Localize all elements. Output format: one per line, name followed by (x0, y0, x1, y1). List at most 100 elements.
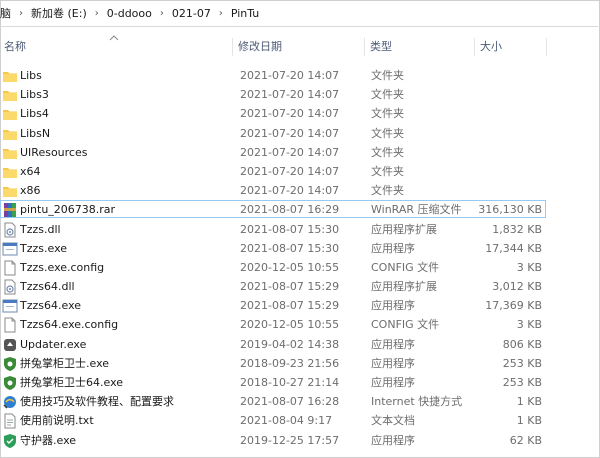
chevron-right-icon[interactable]: › (219, 8, 223, 19)
file-name: Libs (20, 69, 42, 82)
column-divider[interactable] (546, 38, 547, 56)
column-header-size[interactable]: 大小 (476, 34, 546, 60)
file-size: 316,130 KB (478, 203, 542, 217)
file-row[interactable]: Tzzs.exe.config 2020-12-05 10:55 CONFIG 文件… (0, 258, 598, 277)
file-name: pintu_206738.rar (20, 203, 116, 217)
file-modified-date: 2019-04-02 14:38 (240, 337, 340, 351)
file-row[interactable]: Libs3 2021-07-20 14:07 文件夹 (0, 85, 598, 104)
chevron-right-icon[interactable]: › (160, 8, 164, 19)
file-type: 应用程序 (371, 433, 415, 447)
file-modified-date: 2021-07-20 14:07 (240, 126, 340, 140)
file-name: Tzzs64.dll (20, 280, 75, 294)
file-row[interactable]: Libs 2021-07-20 14:07 文件夹 (0, 66, 598, 85)
file-size: 3 KB (516, 260, 542, 274)
file-size: 3,012 KB (492, 280, 542, 294)
breadcrumb-folder-pintu[interactable]: PinTu (231, 7, 259, 20)
file-type: 文件夹 (371, 145, 404, 159)
file-modified-date: 2018-09-23 21:56 (240, 356, 340, 370)
file-size: 62 KB (509, 433, 542, 447)
file-type: 文本文档 (371, 414, 415, 428)
file-row[interactable]: Libs4 2021-07-20 14:07 文件夹 (0, 104, 598, 123)
file-row[interactable]: 拼兔掌柜卫士64.exe 2018-10-27 21:14 应用程序 253 KB (0, 373, 598, 392)
dll-file-icon (2, 222, 18, 238)
file-name: Tzzs.dll (20, 222, 61, 236)
file-row[interactable]: Tzzs64.dll 2021-08-07 15:29 应用程序扩展 3,012 KB (0, 277, 598, 296)
file-name: 使用技巧及软件教程、配置要求 (20, 395, 174, 409)
file-type: 应用程序 (371, 241, 415, 255)
column-divider[interactable] (474, 38, 475, 56)
file-row[interactable]: Updater.exe 2019-04-02 14:38 应用程序 806 KB (0, 335, 598, 354)
file-row[interactable]: Tzzs64.exe.config 2020-12-05 10:55 CONFIG … (0, 315, 598, 334)
folder-icon (2, 183, 18, 199)
file-type: 文件夹 (371, 88, 404, 102)
file-type: 文件夹 (371, 184, 404, 198)
file-modified-date: 2021-08-07 15:30 (240, 241, 340, 255)
breadcrumb-drive[interactable]: 新加卷 (E:) (31, 5, 87, 21)
file-row[interactable]: 守护器.exe 2019-12-25 17:57 应用程序 62 KB (0, 431, 598, 450)
file-modified-date: 2021-08-07 15:29 (240, 299, 340, 313)
file-type: 文件夹 (371, 107, 404, 121)
file-modified-date: 2021-07-20 14:07 (240, 107, 340, 121)
file-name: 守护器.exe (20, 433, 77, 447)
file-modified-date: 2018-10-27 21:14 (240, 376, 340, 389)
breadcrumb-folder-021-07[interactable]: 021-07 (172, 7, 211, 20)
file-row[interactable]: pintu_206738.rar 2021-08-07 16:29 WinRAR 压… (0, 200, 598, 219)
file-row[interactable]: x86 2021-07-20 14:07 文件夹 (0, 181, 598, 200)
file-modified-date: 2020-12-05 10:55 (240, 260, 340, 274)
config-file-icon (2, 260, 18, 276)
config-file-icon (2, 317, 18, 333)
file-type: 应用程序 (371, 337, 415, 351)
app-exe-icon (2, 241, 18, 257)
file-modified-date: 2021-08-04 9:17 (240, 414, 333, 428)
winrar-archive-icon (2, 202, 18, 218)
file-name: Libs4 (20, 107, 49, 121)
address-bar[interactable]: 脑 › 新加卷 (E:) › 0-ddooo › 021-07 › PinTu (0, 0, 598, 27)
file-size: 1 KB (516, 414, 542, 428)
file-row[interactable]: Tzzs64.exe 2021-08-07 15:29 应用程序 17,369 KB (0, 296, 598, 315)
dll-file-icon (2, 279, 18, 295)
file-type: 应用程序 (371, 376, 415, 389)
column-header-date[interactable]: 修改日期 (234, 34, 364, 60)
file-modified-date: 2021-08-07 15:30 (240, 222, 340, 236)
file-size: 17,369 KB (485, 299, 542, 313)
chevron-right-icon[interactable]: › (19, 8, 23, 19)
column-header-type[interactable]: 类型 (366, 34, 474, 60)
file-row[interactable]: Tzzs.dll 2021-08-07 15:30 应用程序扩展 1,832 KB (0, 220, 598, 239)
file-size: 1,832 KB (492, 222, 542, 236)
file-row[interactable]: 拼兔掌柜卫士.exe 2018-09-23 21:56 应用程序 253 KB (0, 354, 598, 373)
folder-icon (2, 145, 18, 161)
file-name: x86 (20, 184, 41, 198)
file-type: CONFIG 文件 (371, 260, 440, 274)
shield-exe-icon (2, 433, 18, 449)
column-divider[interactable] (232, 38, 233, 56)
folder-icon (2, 164, 18, 180)
folder-icon (2, 68, 18, 84)
column-header: 名称 修改日期 类型 大小 (0, 34, 598, 60)
file-row[interactable]: Tzzs.exe 2021-08-07 15:30 应用程序 17,344 KB (0, 239, 598, 258)
column-divider[interactable] (364, 38, 365, 56)
breadcrumb-folder-0-ddooo[interactable]: 0-ddooo (107, 7, 152, 20)
file-type: 文件夹 (371, 164, 404, 178)
file-name: Tzzs.exe (20, 241, 68, 255)
file-modified-date: 2021-07-20 14:07 (240, 145, 340, 159)
file-row[interactable]: 使用前说明.txt 2021-08-04 9:17 文本文档 1 KB (0, 411, 598, 430)
file-type: 应用程序扩展 (371, 280, 437, 294)
guard-exe-icon (2, 356, 18, 372)
chevron-right-icon[interactable]: › (95, 8, 99, 19)
file-row[interactable]: UIResources 2021-07-20 14:07 文件夹 (0, 143, 598, 162)
file-modified-date: 2019-12-25 17:57 (240, 433, 340, 447)
file-modified-date: 2021-07-20 14:07 (240, 88, 340, 102)
file-type: 应用程序 (371, 299, 415, 313)
file-type: 文件夹 (371, 69, 404, 82)
file-row[interactable]: LibsN 2021-07-20 14:07 文件夹 (0, 124, 598, 143)
file-row[interactable]: 使用技巧及软件教程、配置要求 2021-08-07 16:28 Internet 快… (0, 392, 598, 411)
file-modified-date: 2021-08-07 16:28 (240, 395, 340, 409)
column-header-name[interactable]: 名称 (0, 34, 232, 60)
file-name: 使用前说明.txt (20, 414, 94, 428)
breadcrumb-root[interactable]: 脑 (0, 5, 11, 21)
file-size: 806 KB (502, 337, 542, 351)
folder-icon (2, 126, 18, 142)
file-row[interactable]: x64 2021-07-20 14:07 文件夹 (0, 162, 598, 181)
file-modified-date: 2021-08-07 15:29 (240, 280, 340, 294)
file-name: Updater.exe (20, 337, 87, 351)
